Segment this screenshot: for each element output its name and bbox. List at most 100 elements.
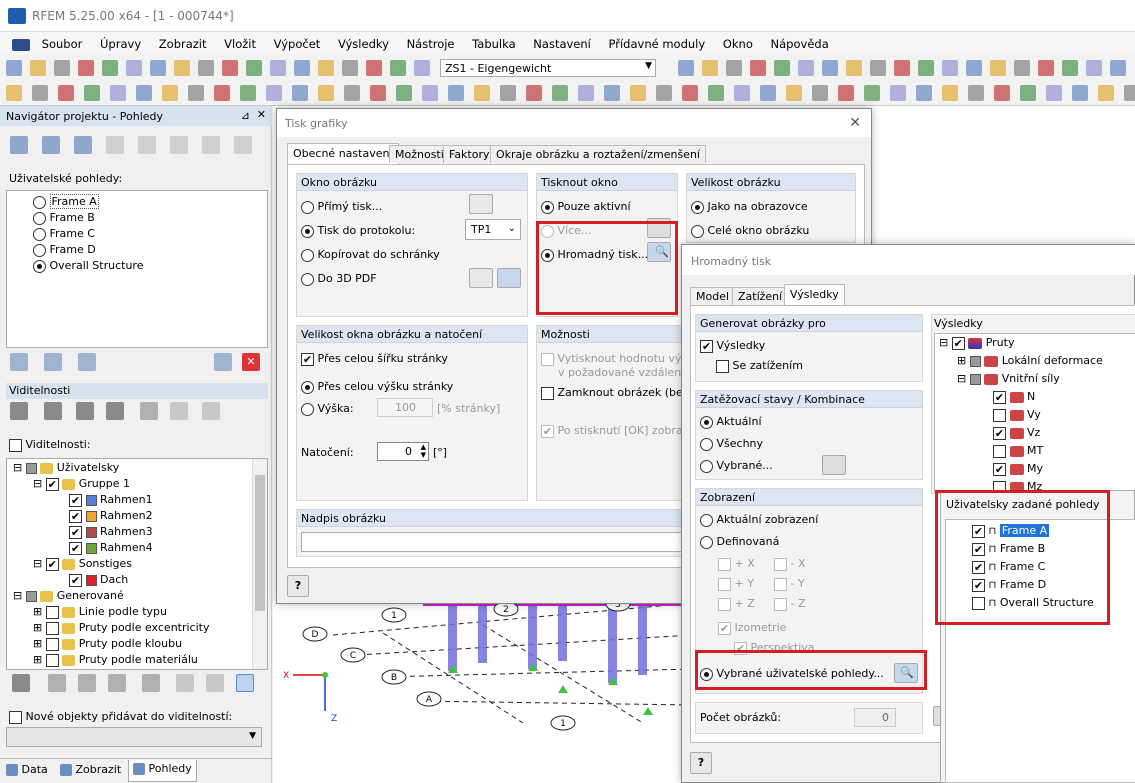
delete-all-views-icon[interactable]: ✕ — [242, 353, 260, 371]
toolbar-tool-icon[interactable] — [366, 60, 382, 76]
radio-clipboard[interactable]: Kopírovat do schránky — [301, 248, 440, 262]
checkbox[interactable]: ✔ — [993, 426, 1006, 440]
view-u5-icon[interactable] — [234, 136, 252, 154]
toolbar-tool-icon[interactable] — [294, 60, 310, 76]
rtree-mt[interactable]: MT — [993, 444, 1043, 458]
toolbar-tool-icon[interactable] — [846, 60, 862, 76]
tree-checkbox[interactable] — [45, 605, 59, 619]
toolbar-tool-icon[interactable] — [750, 60, 766, 76]
toolbar-tool-icon[interactable] — [266, 85, 282, 101]
visibility-checkbox[interactable] — [9, 438, 22, 452]
toolbar-tool-icon[interactable] — [774, 60, 790, 76]
loadcase-combo[interactable]: ZS1 - Eigengewicht ▼ — [440, 59, 656, 77]
check-lock-image[interactable]: Zamknout obrázek (bez akt — [541, 386, 685, 400]
tree-dach[interactable]: ✔ Dach — [69, 573, 128, 587]
toolbar-tool-icon[interactable] — [812, 85, 828, 101]
check-with-load[interactable]: Se zatížením — [716, 359, 803, 373]
toolbar-tool-icon[interactable] — [1014, 60, 1030, 76]
toolbar-tool-icon[interactable] — [6, 85, 22, 101]
rtree-internal[interactable]: ⊟ Vnitřní síly — [957, 372, 1060, 385]
toolbar-tool-icon[interactable] — [1046, 85, 1062, 101]
vis-tool-5-icon[interactable] — [140, 402, 158, 420]
spin-arrows-icon[interactable]: ▲ ▼ — [421, 443, 426, 459]
toolbar-tool-icon[interactable] — [78, 60, 94, 76]
copy-view-icon[interactable] — [78, 353, 96, 371]
radio[interactable] — [700, 459, 713, 473]
radio-selected-lc[interactable]: Vybrané... — [700, 459, 773, 473]
help-button[interactable]: ? — [690, 752, 712, 774]
checkbox[interactable]: ✔ — [718, 621, 731, 635]
tree-checkbox[interactable] — [25, 590, 37, 602]
toolbar-tool-icon[interactable] — [30, 60, 46, 76]
rtree-local-def[interactable]: ⊞ Lokální deformace — [957, 354, 1103, 367]
toolbar-tool-icon[interactable] — [150, 60, 166, 76]
toolbar-tool-icon[interactable] — [552, 85, 568, 101]
scroll-thumb[interactable] — [255, 475, 265, 611]
menu-upravy[interactable]: Úpravy — [100, 37, 141, 51]
toolbar-tool-icon[interactable] — [390, 60, 406, 76]
vis-action-7-icon[interactable] — [206, 674, 224, 692]
tree-checkbox[interactable]: ✔ — [69, 493, 82, 507]
tab-faktory[interactable]: Faktory — [443, 145, 496, 163]
toolbar-tool-icon[interactable] — [1020, 85, 1036, 101]
vis-tool-2-icon[interactable] — [44, 402, 62, 420]
toolbar-tool-icon[interactable] — [734, 85, 750, 101]
tree-sonstiges[interactable]: ⊟ ✔ Sonstiges — [33, 557, 132, 571]
toolbar-tool-icon[interactable] — [990, 60, 1006, 76]
toolbar-tool-icon[interactable] — [994, 85, 1010, 101]
tree-checkbox[interactable]: ✔ — [45, 557, 59, 571]
toolbar-tool-icon[interactable] — [126, 60, 142, 76]
toolbar-tool-icon[interactable] — [344, 85, 360, 101]
delete-view-icon[interactable] — [214, 353, 232, 371]
tree-checkbox[interactable]: ✔ — [45, 477, 59, 491]
toolbar-tool-icon[interactable] — [1086, 60, 1102, 76]
toolbar-tool-icon[interactable] — [870, 60, 886, 76]
menu-zobrazit[interactable]: Zobrazit — [159, 37, 207, 51]
check-results[interactable]: ✔ Výsledky — [700, 339, 765, 353]
toolbar-tool-icon[interactable] — [838, 85, 854, 101]
toolbar-tool-icon[interactable] — [864, 85, 880, 101]
tree-scrollbar[interactable] — [252, 459, 267, 669]
tree-rahmen3[interactable]: ✔ Rahmen3 — [69, 525, 153, 539]
toolbar-tool-icon[interactable] — [890, 85, 906, 101]
check-minus-x[interactable]: - X — [774, 557, 806, 571]
tab-moznosti[interactable]: Možnosti — [389, 145, 450, 163]
tab-okraje[interactable]: Okraje obrázku a roztažení/zmenšení — [490, 145, 706, 163]
close-icon[interactable]: ✕ — [849, 115, 861, 131]
rotation-spin[interactable]: 0 ▲ ▼ — [377, 442, 429, 461]
menu-okno[interactable]: Okno — [723, 37, 753, 51]
tree-checkbox[interactable]: ✔ — [69, 541, 82, 555]
checkbox[interactable] — [774, 577, 787, 591]
toolbar-tool-icon[interactable] — [240, 85, 256, 101]
toolbar-tool-icon[interactable] — [188, 85, 204, 101]
tab-data[interactable]: Data — [6, 763, 48, 776]
check-print-value[interactable]: Vytisknout hodnotu výsledk — [541, 352, 685, 366]
visibility-checkbox-row[interactable]: Viditelnosti: — [9, 438, 91, 452]
tree-rahmen1[interactable]: ✔ Rahmen1 — [69, 493, 153, 507]
radio[interactable] — [301, 272, 314, 286]
view-x-icon[interactable] — [10, 136, 28, 154]
toolbar-tool-icon[interactable] — [894, 60, 910, 76]
menu-napoveda[interactable]: Nápověda — [771, 37, 829, 51]
toolbar-tool-icon[interactable] — [656, 85, 672, 101]
toolbar-tool-icon[interactable] — [370, 85, 386, 101]
menu-tabulka[interactable]: Tabulka — [472, 37, 515, 51]
radio-all-lc[interactable]: Všechny — [700, 437, 763, 451]
vis-action-2-icon[interactable] — [48, 674, 66, 692]
height-spin[interactable]: 100 — [377, 398, 433, 417]
vis-action-6-icon[interactable] — [176, 674, 194, 692]
radio[interactable] — [700, 437, 713, 451]
toolbar-tool-icon[interactable] — [222, 60, 238, 76]
tab-obecne-nastaveni[interactable]: Obecné nastavení — [287, 143, 399, 164]
check-isometry[interactable]: ✔ Izometrie — [718, 621, 786, 635]
toolbar-tool-icon[interactable] — [604, 85, 620, 101]
radio-3d-pdf[interactable]: Do 3D PDF — [301, 272, 377, 286]
select-lc-button[interactable] — [822, 455, 846, 475]
radio-current-lc[interactable]: Aktuální — [700, 415, 762, 429]
checkbox[interactable] — [541, 386, 554, 400]
tree-excentricity[interactable]: ⊞ Pruty podle excentricity — [33, 621, 209, 635]
menu-pridavne-moduly[interactable]: Přídavné moduly — [609, 37, 706, 51]
tab-zatizeni[interactable]: Zatížení — [732, 287, 789, 305]
toolbar-tool-icon[interactable] — [214, 85, 230, 101]
radio-defined[interactable]: Definovaná — [700, 535, 779, 549]
